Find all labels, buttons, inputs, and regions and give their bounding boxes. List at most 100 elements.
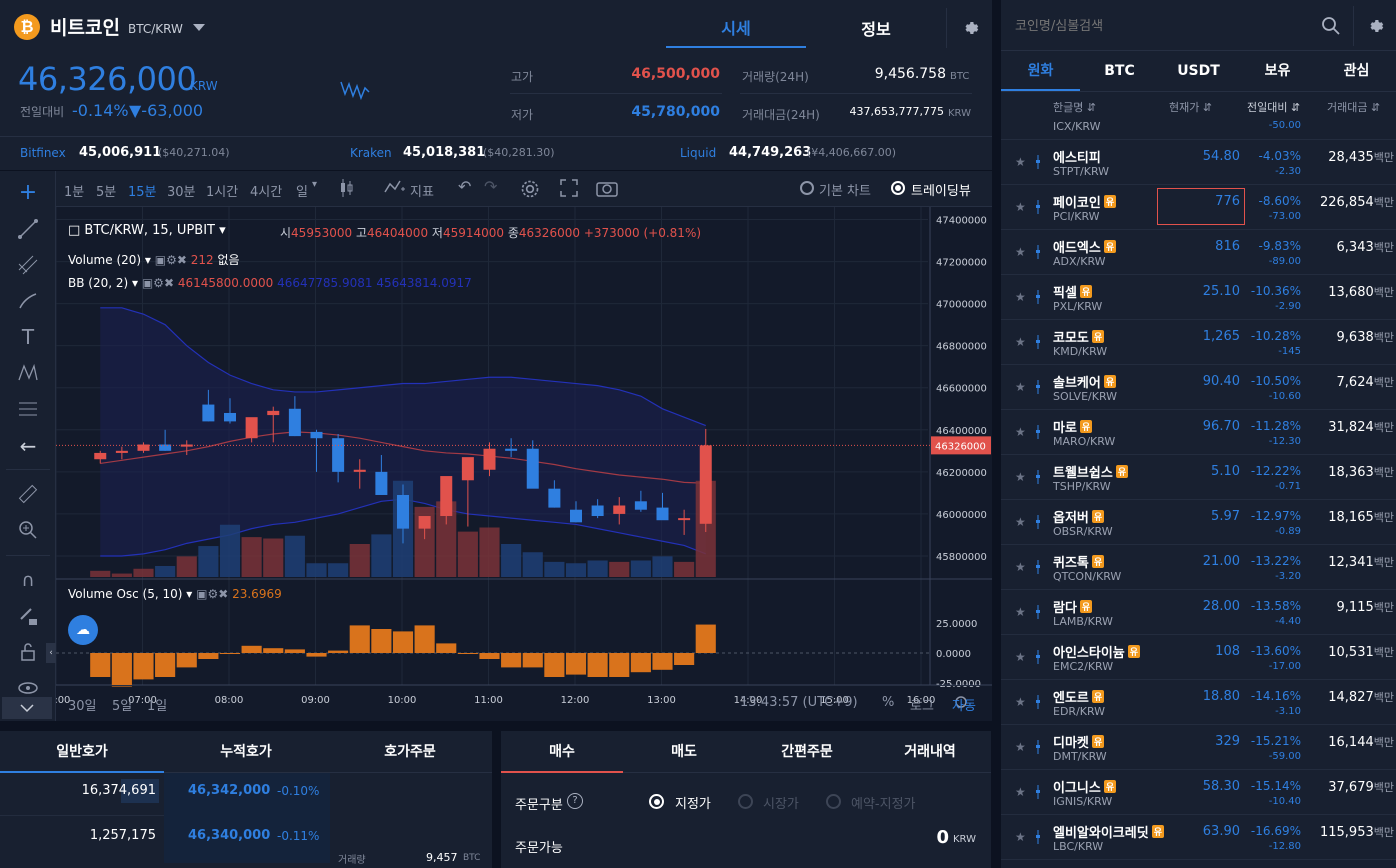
interval-4h[interactable]: 4시간 bbox=[250, 181, 282, 200]
tab-sell[interactable]: 매도 bbox=[623, 731, 745, 773]
table-row[interactable]: ★ 에스티피 STPT/KRW 54.80 -4.03% -2.30 28,435백만 bbox=[1001, 140, 1396, 185]
star-icon[interactable]: ★ bbox=[1015, 290, 1026, 304]
candle-body[interactable] bbox=[483, 448, 496, 470]
interval-1h[interactable]: 1시간 bbox=[206, 181, 238, 200]
table-row[interactable]: ★ 엔도르 유 EDR/KRW 18.80 -14.16% -3.10 14,827백만 bbox=[1001, 680, 1396, 725]
gear-icon[interactable] bbox=[946, 8, 992, 48]
tab-holdings[interactable]: 보유 bbox=[1238, 51, 1317, 91]
col-name[interactable]: 한글명 ⇵ bbox=[1053, 99, 1096, 115]
range-1d[interactable]: 1일 bbox=[147, 695, 167, 714]
table-row[interactable]: ★ 디마켓 유 DMT/KRW 329 -15.21% -59.00 16,144백만 bbox=[1001, 725, 1396, 770]
tab-normal-orderbook[interactable]: 일반호가 bbox=[0, 731, 164, 773]
tab-btc[interactable]: BTC bbox=[1080, 51, 1159, 91]
lock-pencil-icon[interactable] bbox=[14, 603, 42, 629]
search-icon[interactable] bbox=[1321, 16, 1341, 40]
arrow-left-icon[interactable]: ← bbox=[14, 433, 42, 459]
orderbook-price[interactable]: 46,342,000 bbox=[188, 783, 270, 798]
zoom-in-icon[interactable] bbox=[14, 517, 42, 543]
star-icon[interactable]: ★ bbox=[1015, 515, 1026, 529]
table-row[interactable]: ★ 이그니스 유 IGNIS/KRW 58.30 -15.14% -10.40 37,679백… bbox=[1001, 770, 1396, 815]
candle-body[interactable] bbox=[375, 471, 388, 495]
star-icon[interactable]: ★ bbox=[1015, 155, 1026, 169]
tab-orderbook-order[interactable]: 호가주문 bbox=[328, 731, 492, 773]
star-icon[interactable]: ★ bbox=[1015, 380, 1026, 394]
candle-type-icon[interactable] bbox=[338, 177, 354, 203]
table-row[interactable]: ★ 애드엑스 유 ADX/KRW 816 -9.83% -89.00 6,343백만 bbox=[1001, 230, 1396, 275]
star-icon[interactable]: ★ bbox=[1015, 560, 1026, 574]
tab-simple-order[interactable]: 간편주문 bbox=[745, 731, 869, 773]
table-row[interactable]: ★ 코모도 유 KMD/KRW 1,265 -10.28% -145 9,638백만 bbox=[1001, 320, 1396, 365]
candle-body[interactable] bbox=[353, 469, 366, 472]
candle-body[interactable] bbox=[634, 501, 647, 510]
tab-info[interactable]: 정보 bbox=[806, 8, 946, 48]
candle-body[interactable] bbox=[505, 448, 518, 451]
table-row[interactable]: ★ 트웰브쉽스 유 TSHP/KRW 5.10 -12.22% -0.71 18,363백만 bbox=[1001, 455, 1396, 500]
candle-body[interactable] bbox=[570, 509, 582, 523]
gear-icon[interactable] bbox=[1353, 6, 1396, 46]
candle-body[interactable] bbox=[159, 444, 172, 451]
coin-name[interactable]: 비트코인 bbox=[50, 13, 120, 40]
star-icon[interactable]: ★ bbox=[1015, 695, 1026, 709]
prediction-icon[interactable] bbox=[14, 396, 42, 422]
star-icon[interactable]: ★ bbox=[1015, 785, 1026, 799]
star-icon[interactable]: ★ bbox=[1015, 605, 1026, 619]
chevron-down-icon[interactable] bbox=[193, 24, 205, 31]
tab-buy[interactable]: 매수 bbox=[501, 731, 623, 773]
interval-30m[interactable]: 30분 bbox=[167, 181, 196, 200]
table-row[interactable]: ★ 페이코인 유 PCI/KRW 776 -8.60% -73.00 226,854백만 bbox=[1001, 185, 1396, 230]
candle-body[interactable] bbox=[548, 488, 561, 508]
ruler-icon[interactable] bbox=[14, 481, 42, 507]
candle-body[interactable] bbox=[613, 505, 626, 514]
candle-body[interactable] bbox=[418, 516, 431, 529]
candle-body[interactable] bbox=[461, 457, 474, 481]
candle-body[interactable] bbox=[202, 404, 215, 422]
fib-icon[interactable] bbox=[14, 252, 42, 278]
range-30d[interactable]: 30일 bbox=[68, 695, 97, 714]
brush-icon[interactable] bbox=[14, 288, 42, 314]
radio-market[interactable] bbox=[738, 794, 753, 809]
table-row[interactable]: ★ 픽셀 유 PXL/KRW 25.10 -10.36% -2.90 13,680백만 bbox=[1001, 275, 1396, 320]
candle-body[interactable] bbox=[94, 452, 107, 460]
text-tool-icon[interactable]: T bbox=[14, 324, 42, 350]
col-amount[interactable]: 거래대금 ⇵ bbox=[1327, 99, 1380, 115]
tab-krw[interactable]: 원화 bbox=[1001, 51, 1080, 91]
candle-body[interactable] bbox=[699, 445, 712, 524]
magnet-icon[interactable]: ∩ bbox=[14, 567, 42, 593]
candle-body[interactable] bbox=[288, 408, 301, 437]
candle-body[interactable] bbox=[526, 448, 539, 489]
camera-icon[interactable] bbox=[596, 179, 618, 201]
col-change[interactable]: 전일대비 ⇵ bbox=[1247, 99, 1300, 115]
star-icon[interactable]: ★ bbox=[1015, 200, 1026, 214]
radio-tradingview[interactable] bbox=[891, 181, 905, 195]
tab-price[interactable]: 시세 bbox=[666, 8, 806, 48]
table-row[interactable]: ★ 옵저버 유 OBSR/KRW 5.97 -12.97% -0.89 18,165백만 bbox=[1001, 500, 1396, 545]
tab-cumulative-orderbook[interactable]: 누적호가 bbox=[164, 731, 328, 773]
radio-basic-chart[interactable] bbox=[800, 181, 814, 195]
radio-reserve[interactable] bbox=[826, 794, 841, 809]
percent-toggle[interactable]: % bbox=[882, 695, 894, 710]
orderbook-price[interactable]: 46,340,000 bbox=[188, 828, 270, 843]
candle-body[interactable] bbox=[224, 412, 236, 422]
collapse-toolbar-icon[interactable]: ‹ bbox=[46, 643, 56, 663]
table-row[interactable]: ★ 엘비알와이크레딧 유 LBC/KRW 63.90 -16.69% -12.80 115,9… bbox=[1001, 815, 1396, 860]
candle-body[interactable] bbox=[310, 431, 323, 439]
table-row[interactable]: ★ 아인스타이늄 유 EMC2/KRW 108 -13.60% -17.00 10,531백만 bbox=[1001, 635, 1396, 680]
star-icon[interactable]: ★ bbox=[1015, 740, 1026, 754]
interval-day[interactable]: 일 bbox=[296, 181, 308, 200]
indicator-icon[interactable] bbox=[384, 179, 406, 199]
candle-body[interactable] bbox=[267, 410, 280, 416]
table-row[interactable]: ★ 마로 유 MARO/KRW 96.70 -11.28% -12.30 31,824백만 bbox=[1001, 410, 1396, 455]
candle-body[interactable] bbox=[115, 450, 128, 453]
unlock-icon[interactable] bbox=[14, 639, 42, 665]
fullscreen-icon[interactable] bbox=[560, 179, 578, 201]
candle-body[interactable] bbox=[245, 417, 258, 439]
radio-limit[interactable] bbox=[649, 794, 664, 809]
gear-icon[interactable] bbox=[520, 179, 540, 203]
candle-body[interactable] bbox=[440, 476, 453, 517]
candle-body[interactable] bbox=[332, 438, 345, 472]
redo-icon[interactable]: ↷ bbox=[484, 177, 497, 196]
chevron-down-icon[interactable] bbox=[2, 697, 52, 719]
candle-body[interactable] bbox=[656, 507, 669, 521]
table-row[interactable]: ★ 람다 유 LAMB/KRW 28.00 -13.58% -4.40 9,115백만 bbox=[1001, 590, 1396, 635]
candle-body[interactable] bbox=[678, 518, 691, 521]
